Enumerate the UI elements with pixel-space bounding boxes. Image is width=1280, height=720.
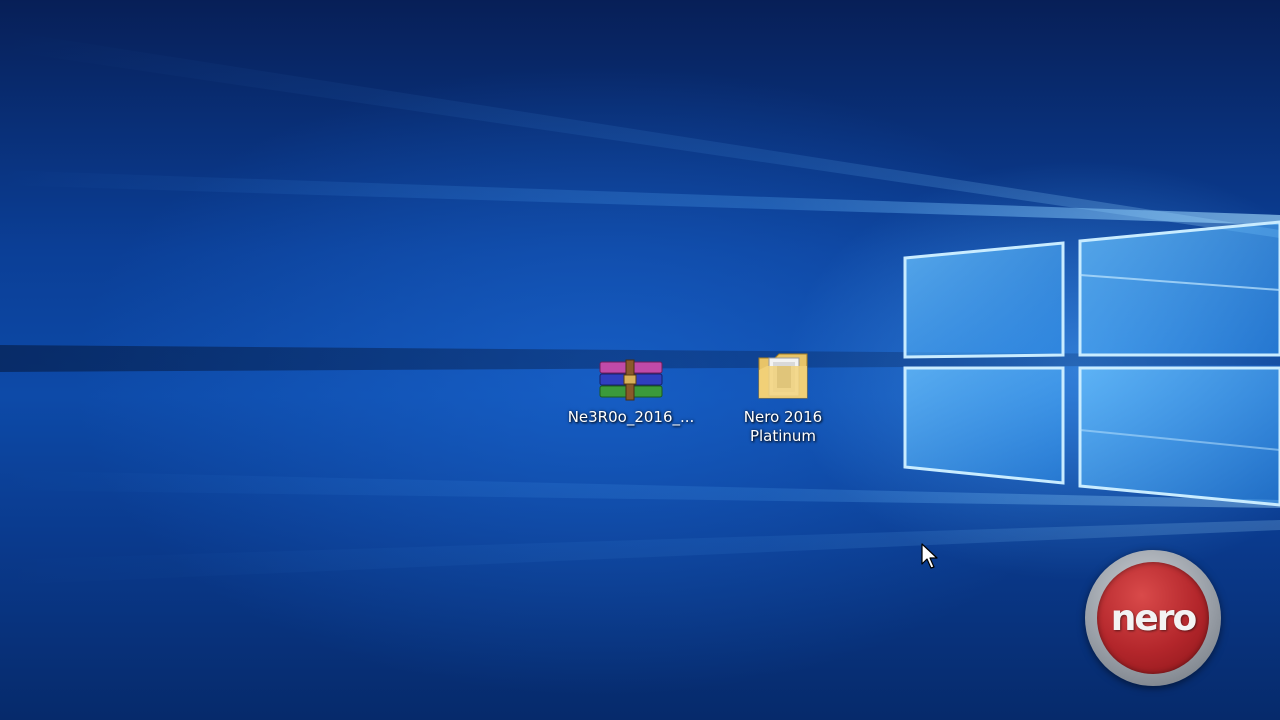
desktop-icon-archive[interactable]: Ne3R0o_2016_...: [561, 346, 701, 427]
winrar-archive-icon: [595, 346, 667, 402]
desktop-icon-label: Ne3R0o_2016_...: [567, 408, 695, 426]
nero-logo-inner: nero: [1097, 562, 1209, 674]
desktop-icon-folder[interactable]: Nero 2016 Platinum: [713, 346, 853, 446]
nero-logo-text: nero: [1110, 597, 1198, 639]
folder-icon: [747, 346, 819, 402]
desktop-icon-label: Nero 2016 Platinum: [743, 408, 823, 445]
desktop[interactable]: Ne3R0o_2016_... Nero 2016 Platinum nero: [0, 0, 1280, 720]
mouse-pointer-icon: [921, 543, 938, 569]
nero-logo-watermark: nero: [1085, 550, 1221, 686]
